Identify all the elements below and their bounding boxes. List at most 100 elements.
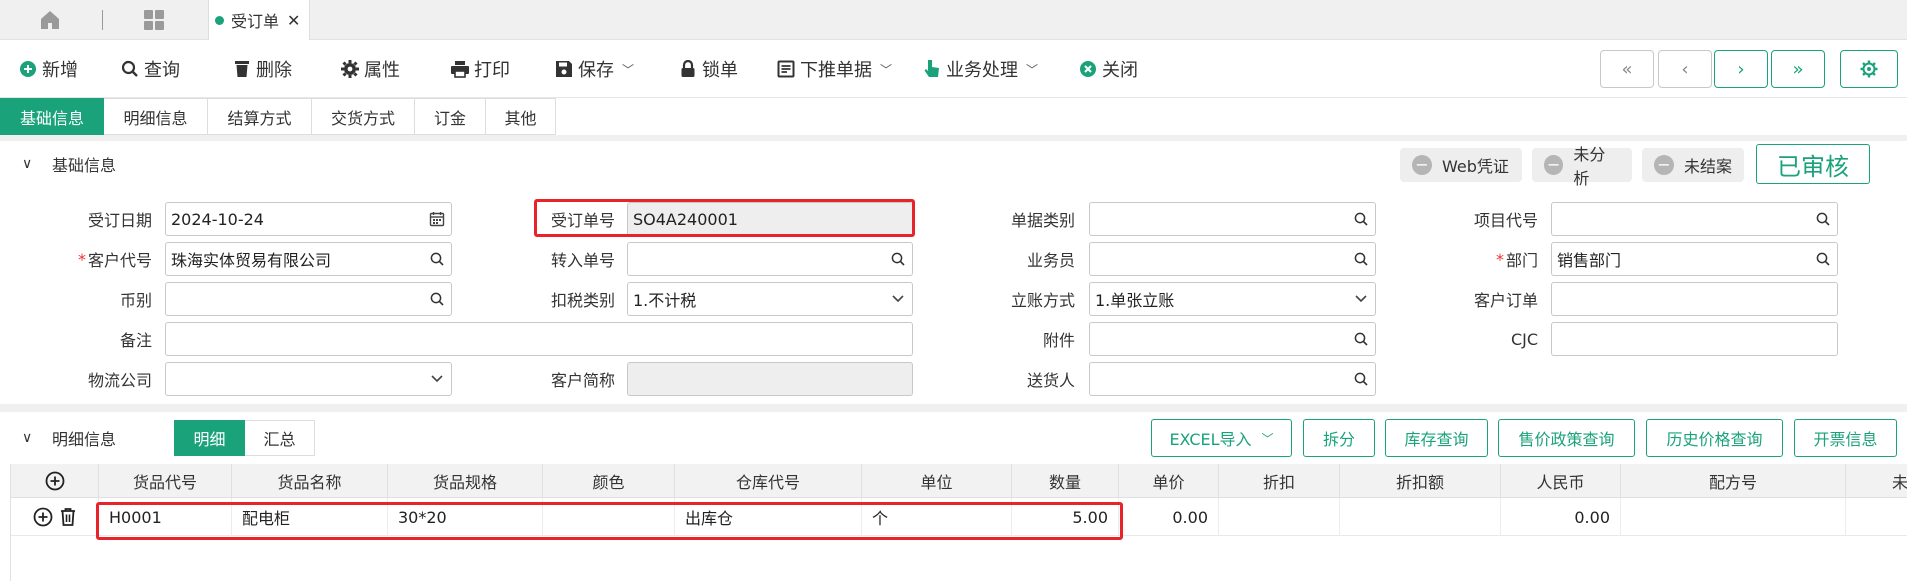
customer-code-field[interactable]: 珠海实体贸易有限公司 [165,242,452,276]
view-summary-button[interactable]: 汇总 [245,420,315,456]
order-date-field[interactable]: 2024-10-24 [165,202,452,236]
account-method-label: 立账方式 [1010,291,1075,310]
salesman-field[interactable] [1089,242,1376,276]
tab-basic-info[interactable]: 基础信息 [0,98,104,135]
column-header[interactable]: 单位 [862,464,1012,498]
remark-field[interactable] [165,322,913,356]
print-button[interactable]: 打印 [450,54,510,84]
search-icon [120,59,140,79]
push-down-button[interactable]: 下推单据 ﹀ [776,54,892,84]
cell-discount[interactable] [1219,498,1340,536]
calendar-icon[interactable] [423,203,451,235]
tab-settlement[interactable]: 结算方式 [208,98,312,135]
plus-circle-icon [18,59,38,79]
last-record-button[interactable]: » [1771,50,1825,88]
account-method-select[interactable]: 1.单张立账 [1089,282,1376,316]
attachment-field[interactable] [1089,322,1376,356]
column-header[interactable]: 配方号 [1621,464,1846,498]
split-button[interactable]: 拆分 [1303,419,1375,457]
close-button[interactable]: 关闭 [1078,54,1138,84]
column-header[interactable]: 仓库代号 [675,464,862,498]
stock-query-button[interactable]: 库存查询 [1385,419,1488,457]
chevron-down-icon: ﹀ [622,62,635,77]
customer-order-field[interactable] [1551,282,1838,316]
cjc-field[interactable] [1551,322,1838,356]
column-header[interactable]: 货品名称 [232,464,388,498]
cell-unit-price[interactable]: 0.00 [1119,498,1219,536]
history-price-button[interactable]: 历史价格查询 [1646,419,1783,457]
chevron-down-icon[interactable] [884,283,912,315]
transfer-no-field[interactable] [627,242,913,276]
query-button[interactable]: 查询 [120,54,180,84]
detail-view-toggle: 明细 汇总 [174,420,315,456]
add-row-icon[interactable] [11,464,99,498]
cell-extra[interactable] [1846,498,1907,536]
grid-header: 货品代号 货品名称 货品规格 颜色 仓库代号 单位 数量 单价 折扣 折扣额 人… [11,464,1907,498]
tab-order[interactable]: 受订单 ✕ [208,0,310,40]
chevron-down-icon[interactable] [423,363,451,395]
tab-detail-info[interactable]: 明细信息 [104,98,208,135]
cell-formula-no[interactable] [1621,498,1846,536]
add-button[interactable]: 新增 [18,54,78,84]
column-header[interactable]: 颜色 [543,464,675,498]
close-tab-icon[interactable]: ✕ [287,11,300,30]
invoice-info-button[interactable]: 开票信息 [1794,419,1897,457]
column-header[interactable]: 人民币 [1501,464,1621,498]
excel-import-button[interactable]: EXCEL导入 ﹀ [1151,419,1292,457]
logistics-select[interactable] [165,362,452,396]
lock-button[interactable]: 锁单 [678,54,738,84]
column-header[interactable]: 货品代号 [99,464,232,498]
deliverer-field[interactable] [1089,362,1376,396]
search-icon[interactable] [423,283,451,315]
column-header[interactable]: 折扣额 [1340,464,1501,498]
cell-rmb[interactable]: 0.00 [1501,498,1621,536]
search-icon[interactable] [884,243,912,275]
customer-short-field[interactable] [627,362,913,396]
business-button[interactable]: 业务处理 ﹀ [922,54,1038,84]
attributes-button[interactable]: 属性 [340,54,400,84]
search-icon[interactable] [1809,243,1837,275]
first-record-button[interactable]: « [1600,50,1654,88]
tab-strip: 受订单 ✕ [0,0,1907,40]
search-icon[interactable] [423,243,451,275]
next-record-button[interactable]: › [1714,50,1768,88]
tab-other[interactable]: 其他 [486,98,556,135]
previous-record-button[interactable]: ‹ [1658,50,1712,88]
search-icon[interactable] [1347,323,1375,355]
save-icon [554,59,574,79]
department-field[interactable]: 销售部门 [1551,242,1838,276]
search-icon[interactable] [1347,203,1375,235]
view-detail-button[interactable]: 明细 [174,420,245,456]
chevron-down-icon: ﹀ [1026,62,1039,77]
price-policy-button[interactable]: 售价政策查询 [1498,419,1635,457]
lock-icon [678,59,698,79]
trash-icon [232,59,252,79]
currency-field[interactable] [165,282,452,316]
column-header[interactable]: 未 [1846,464,1907,498]
add-row-icon[interactable] [33,507,53,527]
trash-icon[interactable] [59,507,77,527]
minus-circle-icon: − [1544,155,1564,175]
tax-type-select[interactable]: 1.不计税 [627,282,913,316]
chevron-down-icon[interactable] [1347,283,1375,315]
tab-deposit[interactable]: 订金 [415,98,486,135]
chevron-down-icon: ∨ [22,156,33,172]
column-header[interactable]: 折扣 [1219,464,1340,498]
search-icon[interactable] [1347,243,1375,275]
search-icon[interactable] [1347,363,1375,395]
cell-discount-amount[interactable] [1340,498,1501,536]
column-header[interactable]: 货品规格 [388,464,543,498]
apps-grid-icon[interactable] [142,8,166,32]
home-icon[interactable] [38,8,62,32]
column-header[interactable]: 单价 [1119,464,1219,498]
remark-label: 备注 [119,331,152,350]
delete-button[interactable]: 删除 [232,54,292,84]
settings-button[interactable] [1840,50,1898,88]
project-code-field[interactable] [1551,202,1838,236]
row-actions [11,498,99,536]
search-icon[interactable] [1809,203,1837,235]
tab-delivery[interactable]: 交货方式 [312,98,415,135]
doc-type-field[interactable] [1089,202,1376,236]
save-button[interactable]: 保存 ﹀ [554,54,634,84]
column-header[interactable]: 数量 [1012,464,1119,498]
